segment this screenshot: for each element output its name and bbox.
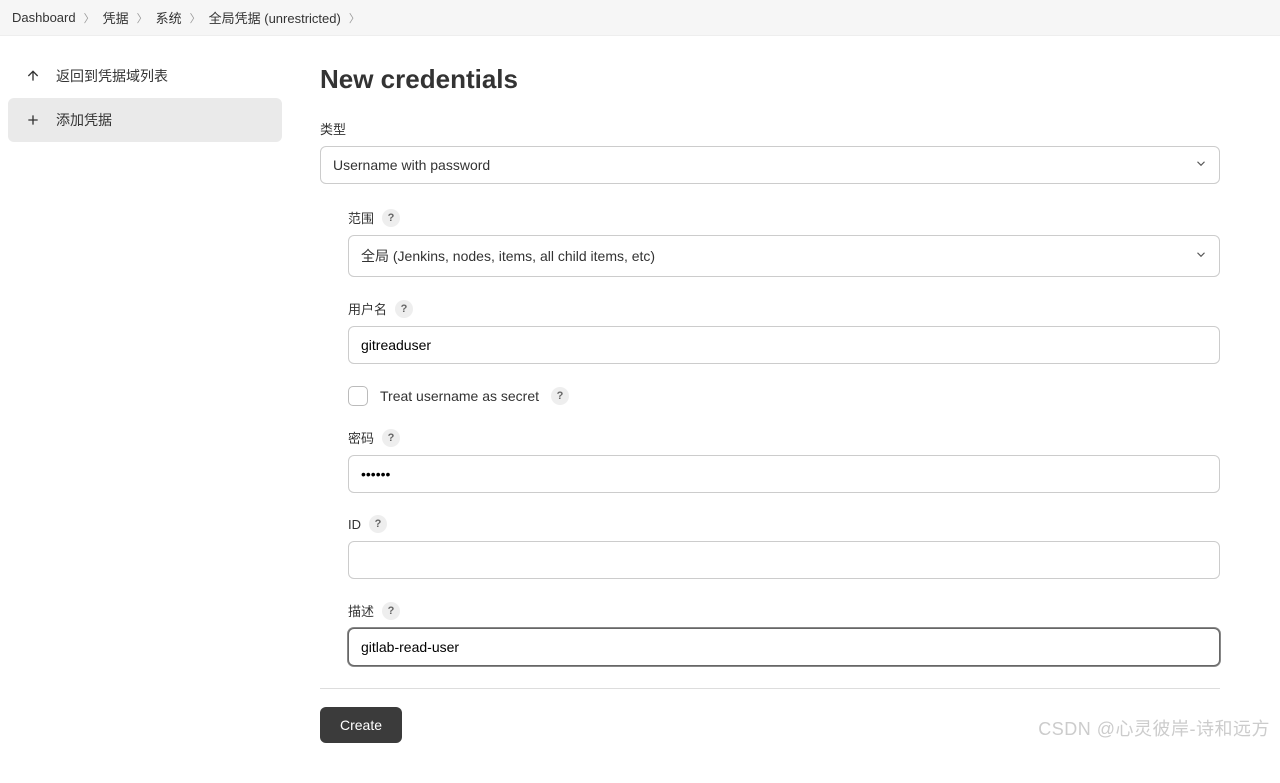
scope-select[interactable]: 全局 (Jenkins, nodes, items, all child ite… bbox=[348, 235, 1220, 277]
sidebar-item-add-credentials[interactable]: 添加凭据 bbox=[8, 98, 282, 142]
breadcrumb-dashboard[interactable]: Dashboard bbox=[12, 10, 76, 25]
sidebar-item-label: 添加凭据 bbox=[56, 110, 112, 130]
type-label: 类型 bbox=[320, 119, 1220, 138]
chevron-right-icon: 〉 bbox=[349, 10, 360, 26]
arrow-up-icon bbox=[24, 67, 42, 85]
sidebar-item-label: 返回到凭据域列表 bbox=[56, 66, 168, 86]
breadcrumb-global[interactable]: 全局凭据 (unrestricted) bbox=[209, 8, 341, 27]
help-icon[interactable]: ? bbox=[382, 429, 400, 447]
type-select[interactable]: Username with password bbox=[320, 146, 1220, 184]
help-icon[interactable]: ? bbox=[382, 602, 400, 620]
id-input[interactable] bbox=[348, 541, 1220, 579]
help-icon[interactable]: ? bbox=[551, 387, 569, 405]
description-input[interactable] bbox=[348, 628, 1220, 666]
help-icon[interactable]: ? bbox=[369, 515, 387, 533]
id-label: ID bbox=[348, 517, 361, 532]
description-label: 描述 bbox=[348, 601, 374, 620]
treat-secret-label: Treat username as secret bbox=[380, 388, 539, 404]
help-icon[interactable]: ? bbox=[382, 209, 400, 227]
plus-icon bbox=[24, 111, 42, 129]
scope-label: 范围 bbox=[348, 208, 374, 227]
breadcrumb-credentials[interactable]: 凭据 bbox=[103, 8, 129, 27]
breadcrumb: Dashboard 〉 凭据 〉 系统 〉 全局凭据 (unrestricted… bbox=[0, 0, 1280, 36]
page-title: New credentials bbox=[320, 64, 1220, 95]
treat-secret-checkbox[interactable] bbox=[348, 386, 368, 406]
sidebar: 返回到凭据域列表 添加凭据 bbox=[0, 36, 290, 783]
chevron-right-icon: 〉 bbox=[84, 10, 95, 26]
main-content: New credentials 类型 Username with passwor… bbox=[290, 36, 1250, 783]
breadcrumb-system[interactable]: 系统 bbox=[156, 8, 182, 27]
create-button[interactable]: Create bbox=[320, 707, 402, 743]
chevron-right-icon: 〉 bbox=[137, 10, 148, 26]
help-icon[interactable]: ? bbox=[395, 300, 413, 318]
password-label: 密码 bbox=[348, 428, 374, 447]
chevron-right-icon: 〉 bbox=[190, 10, 201, 26]
password-input[interactable] bbox=[348, 455, 1220, 493]
username-label: 用户名 bbox=[348, 299, 387, 318]
sidebar-item-back[interactable]: 返回到凭据域列表 bbox=[8, 54, 282, 98]
username-input[interactable] bbox=[348, 326, 1220, 364]
